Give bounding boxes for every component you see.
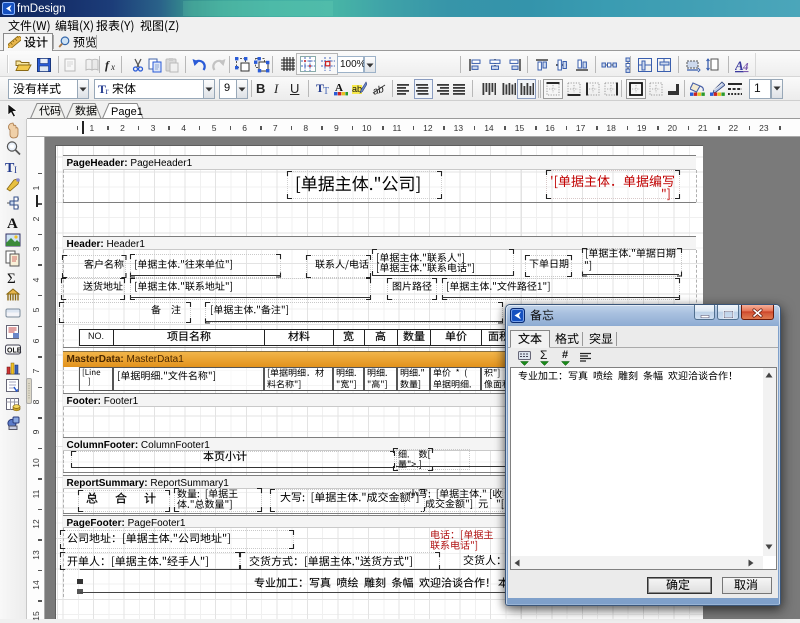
svg-text:I: I	[14, 165, 17, 175]
svg-text:f: f	[105, 58, 110, 72]
svg-text:OLE: OLE	[7, 348, 22, 355]
svg-text:x: x	[110, 62, 115, 72]
svg-text:r: r	[106, 86, 109, 95]
svg-text:Σ: Σ	[7, 271, 16, 286]
svg-text:4: 4	[742, 61, 749, 73]
svg-text:A: A	[7, 216, 18, 231]
svg-text:T: T	[323, 86, 329, 96]
